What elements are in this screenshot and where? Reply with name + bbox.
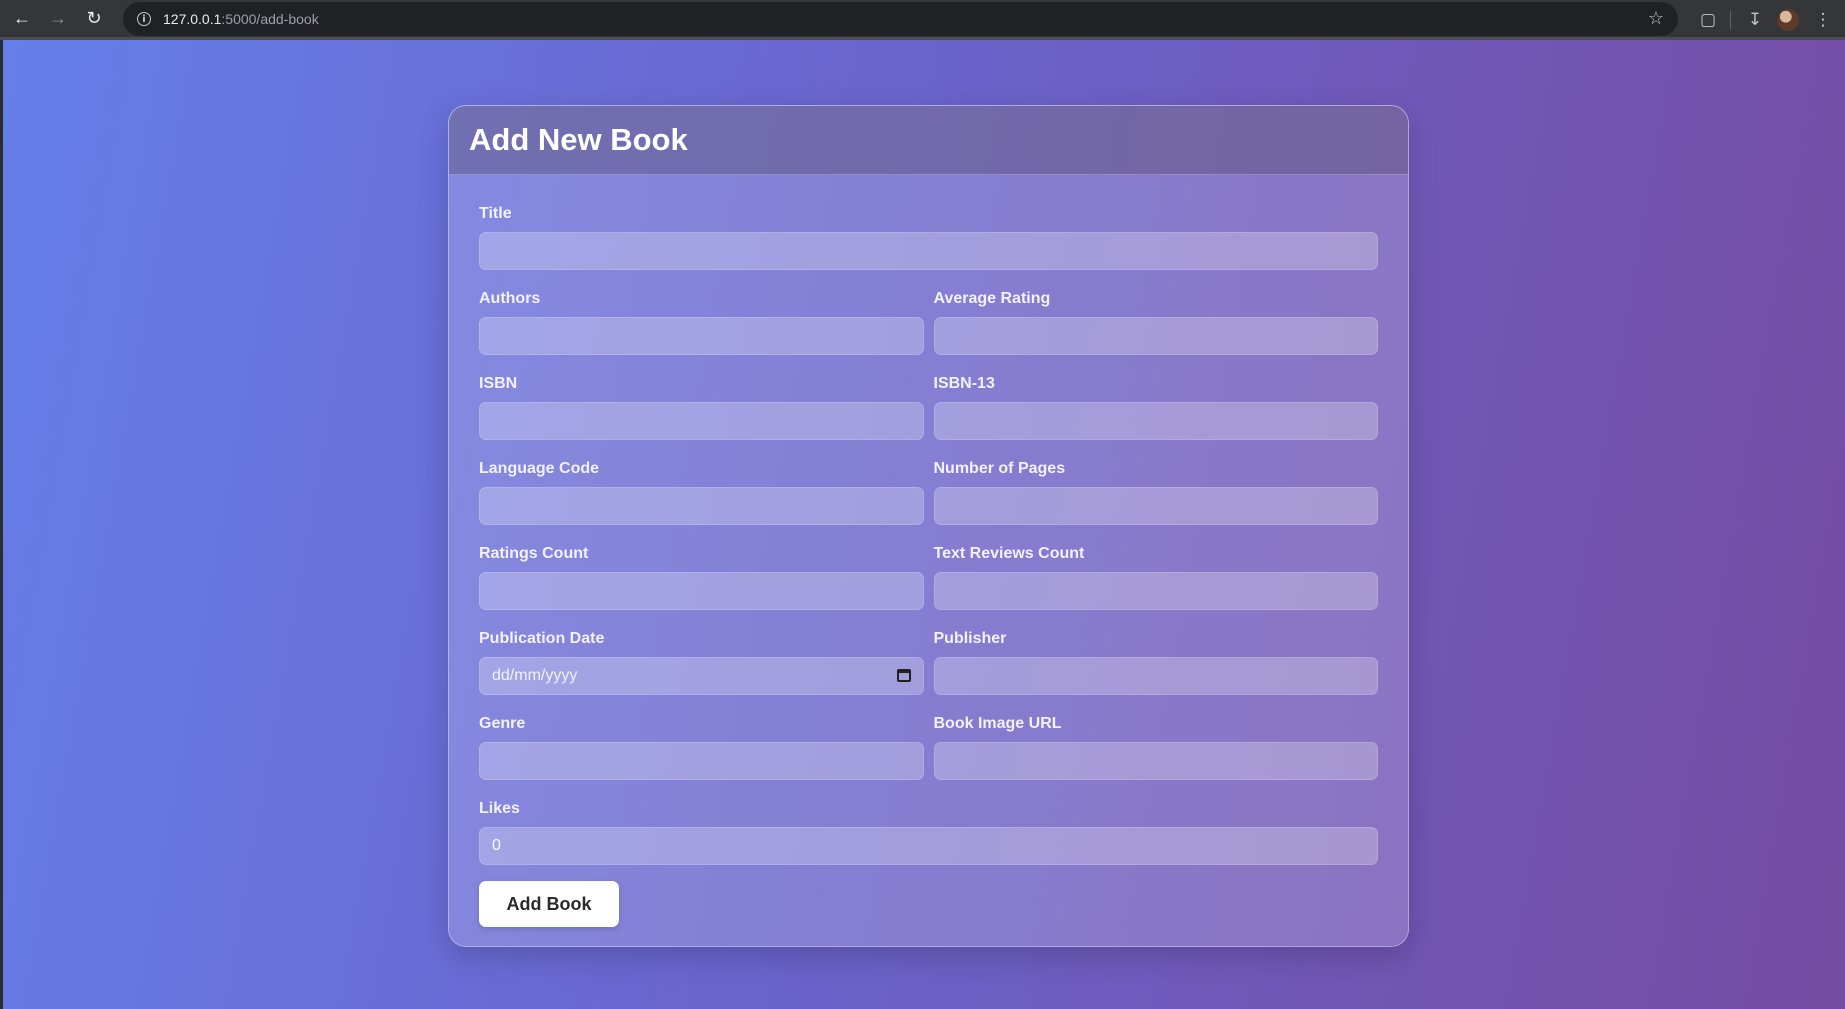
text-reviews-count-label: Text Reviews Count <box>933 545 1085 562</box>
text-reviews-count-field-group: Text Reviews Count <box>933 545 1378 610</box>
publisher-input[interactable] <box>933 657 1378 695</box>
text-reviews-count-input[interactable] <box>933 572 1378 610</box>
browser-toolbar: ← → ↻ i 127.0.0.1:5000/add-book ☆ ▢ ↧ ⋮ <box>0 0 1845 40</box>
num-pages-label: Number of Pages <box>933 460 1066 477</box>
isbn-field-group: ISBN <box>479 375 924 440</box>
browser-actions: ▢ ↧ ⋮ <box>1694 0 1845 40</box>
publication-date-placeholder: dd/mm/yyyy <box>492 667 578 684</box>
average-rating-field-group: Average Rating <box>933 290 1378 355</box>
calendar-icon[interactable] <box>896 669 911 682</box>
likes-input[interactable]: 0 <box>479 827 1378 865</box>
publication-date-field-group: Publication Date dd/mm/yyyy <box>479 630 924 695</box>
likes-label: Likes <box>479 800 520 817</box>
form-row: Authors Average Rating <box>479 290 1378 355</box>
form-row: Title <box>479 205 1378 270</box>
image-url-input[interactable] <box>933 742 1378 780</box>
add-book-button[interactable]: Add Book <box>479 881 619 927</box>
add-book-form: Title Authors Average Rating ISBN ISBN-1… <box>449 175 1408 927</box>
num-pages-input[interactable] <box>933 487 1378 525</box>
num-pages-field-group: Number of Pages <box>933 460 1378 525</box>
average-rating-label: Average Rating <box>933 290 1051 307</box>
language-code-field-group: Language Code <box>479 460 924 525</box>
form-row: Ratings Count Text Reviews Count <box>479 545 1378 610</box>
authors-label: Authors <box>479 290 541 307</box>
ratings-count-field-group: Ratings Count <box>479 545 924 610</box>
form-row: Publication Date dd/mm/yyyy Publisher <box>479 630 1378 695</box>
publisher-field-group: Publisher <box>933 630 1378 695</box>
form-row: Genre Book Image URL <box>479 715 1378 780</box>
toolbar-divider <box>1730 11 1731 29</box>
url-text[interactable]: 127.0.0.1:5000/add-book <box>163 11 319 27</box>
isbn13-label: ISBN-13 <box>933 375 995 392</box>
url-host: 127.0.0.1 <box>163 11 222 27</box>
publication-date-label: Publication Date <box>479 630 605 647</box>
download-icon[interactable]: ↧ <box>1741 6 1769 34</box>
add-book-card: Add New Book Title Authors Average Ratin… <box>448 105 1409 947</box>
page-title: Add New Book <box>469 122 688 157</box>
forward-arrow-icon[interactable]: → <box>44 5 72 33</box>
language-code-label: Language Code <box>479 460 600 477</box>
address-bar[interactable]: i 127.0.0.1:5000/add-book ☆ <box>123 2 1678 36</box>
isbn13-input[interactable] <box>933 402 1378 440</box>
authors-field-group: Authors <box>479 290 924 355</box>
isbn-label: ISBN <box>479 375 518 392</box>
info-icon[interactable]: i <box>137 12 151 26</box>
publication-date-input[interactable]: dd/mm/yyyy <box>479 657 924 695</box>
back-arrow-icon[interactable]: ← <box>8 5 36 33</box>
image-url-field-group: Book Image URL <box>933 715 1378 780</box>
title-input[interactable] <box>479 232 1378 270</box>
genre-field-group: Genre <box>479 715 924 780</box>
url-path: :5000/add-book <box>221 11 319 27</box>
image-url-label: Book Image URL <box>933 715 1062 732</box>
page-background: Add New Book Title Authors Average Ratin… <box>0 40 1845 1009</box>
genre-label: Genre <box>479 715 526 732</box>
publisher-label: Publisher <box>933 630 1007 647</box>
extensions-icon[interactable]: ▢ <box>1694 6 1722 34</box>
isbn13-field-group: ISBN-13 <box>933 375 1378 440</box>
authors-input[interactable] <box>479 317 924 355</box>
profile-avatar[interactable] <box>1777 9 1799 31</box>
star-icon[interactable]: ☆ <box>1648 8 1664 29</box>
title-field-group: Title <box>479 205 1378 270</box>
form-row: ISBN ISBN-13 <box>479 375 1378 440</box>
form-row: Language Code Number of Pages <box>479 460 1378 525</box>
kebab-menu-icon[interactable]: ⋮ <box>1809 6 1837 34</box>
card-header: Add New Book <box>449 106 1408 175</box>
language-code-input[interactable] <box>479 487 924 525</box>
ratings-count-input[interactable] <box>479 572 924 610</box>
title-label: Title <box>479 205 512 222</box>
likes-field-group: Likes 0 <box>479 800 1378 865</box>
genre-input[interactable] <box>479 742 924 780</box>
average-rating-input[interactable] <box>933 317 1378 355</box>
ratings-count-label: Ratings Count <box>479 545 589 562</box>
isbn-input[interactable] <box>479 402 924 440</box>
form-row: Likes 0 <box>479 800 1378 865</box>
reload-icon[interactable]: ↻ <box>80 5 108 33</box>
